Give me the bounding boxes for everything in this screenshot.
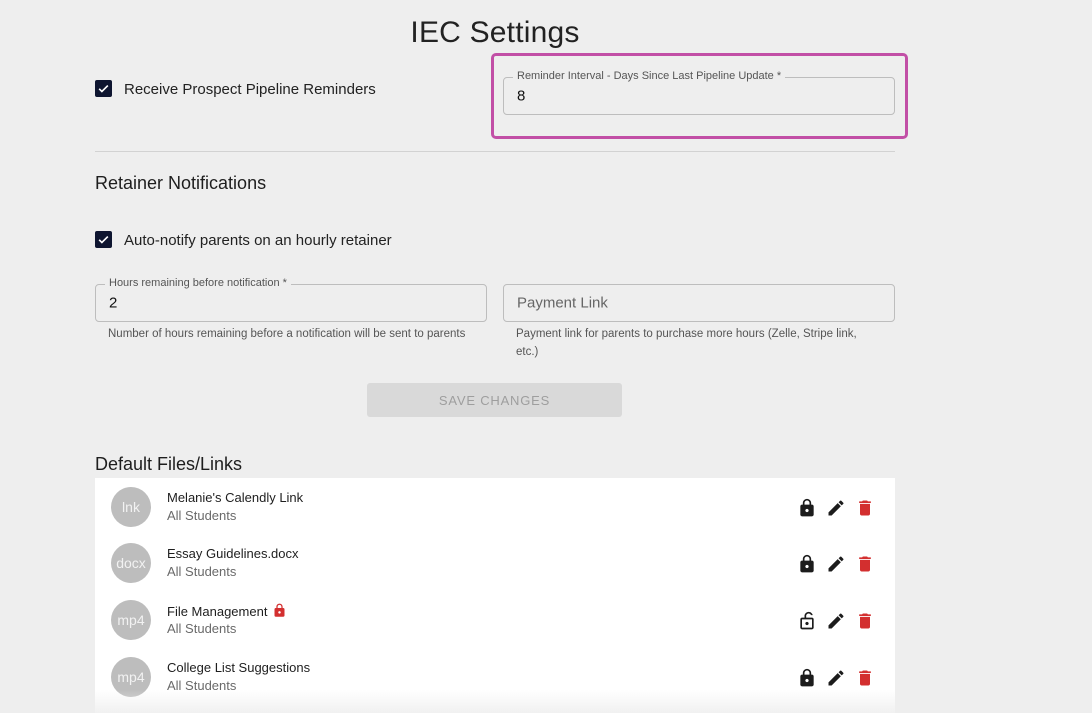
file-avatar: lnk [111, 487, 151, 527]
file-audience: All Students [167, 678, 237, 693]
section-divider [95, 151, 895, 152]
hours-remaining-field[interactable]: Hours remaining before notification * 2 [95, 277, 487, 322]
hours-remaining-helper: Number of hours remaining before a notif… [108, 328, 466, 340]
checkmark-icon [98, 84, 109, 93]
delete-trash-icon[interactable] [855, 611, 875, 631]
file-avatar: mp4 [111, 657, 151, 697]
file-name: File Management [167, 604, 268, 619]
delete-trash-icon[interactable] [855, 668, 875, 688]
pipeline-reminders-label: Receive Prospect Pipeline Reminders [124, 81, 376, 98]
highlight-annotation [491, 53, 908, 139]
edit-pencil-icon[interactable] [826, 554, 846, 574]
settings-page: IEC Settings Receive Prospect Pipeline R… [0, 0, 1092, 713]
save-changes-button[interactable]: SAVE CHANGES [367, 383, 622, 417]
payment-link-placeholder: Payment Link [517, 294, 608, 312]
lock-icon[interactable] [797, 498, 817, 518]
files-list: lnk Melanie's Calendly Link All Students… [95, 478, 895, 713]
file-name: Melanie's Calendly Link [167, 490, 304, 505]
payment-link-field[interactable]: Payment Link [503, 284, 895, 322]
auto-notify-label: Auto-notify parents on an hourly retaine… [124, 232, 392, 249]
list-item[interactable]: mp4 College List Suggestions All Student… [95, 648, 895, 704]
auto-notify-checkbox[interactable] [95, 231, 112, 248]
files-section-title: Default Files/Links [95, 454, 243, 474]
hours-remaining-value: 2 [109, 294, 118, 312]
lock-icon[interactable] [797, 554, 817, 574]
file-audience: All Students [167, 564, 237, 579]
list-item[interactable]: lnk Melanie's Calendly Link All Students [95, 478, 895, 534]
file-avatar: mp4 [111, 600, 151, 640]
file-avatar: docx [111, 543, 151, 583]
edit-pencil-icon[interactable] [826, 668, 846, 688]
list-item[interactable]: mp4 File Management All Students [95, 591, 895, 647]
hours-remaining-label: Hours remaining before notification * [105, 277, 291, 289]
pipeline-reminders-checkbox[interactable] [95, 80, 112, 97]
file-name-wrapper: File Management [167, 603, 287, 621]
edit-pencil-icon[interactable] [826, 611, 846, 631]
payment-link-helper: Payment link for parents to purchase mor… [516, 328, 857, 358]
retainer-section-title: Retainer Notifications [95, 173, 267, 193]
file-audience: All Students [167, 508, 237, 523]
lock-icon[interactable] [797, 668, 817, 688]
file-audience: All Students [167, 621, 237, 636]
file-name: Essay Guidelines.docx [167, 546, 299, 561]
edit-pencil-icon[interactable] [826, 498, 846, 518]
list-item[interactable]: docx Essay Guidelines.docx All Students [95, 534, 895, 590]
file-name: College List Suggestions [167, 660, 311, 675]
restricted-lock-icon [272, 603, 287, 621]
delete-trash-icon[interactable] [855, 554, 875, 574]
checkmark-icon [98, 235, 109, 244]
unlock-icon[interactable] [797, 611, 817, 631]
delete-trash-icon[interactable] [855, 498, 875, 518]
page-title: IEC Settings [410, 16, 580, 49]
